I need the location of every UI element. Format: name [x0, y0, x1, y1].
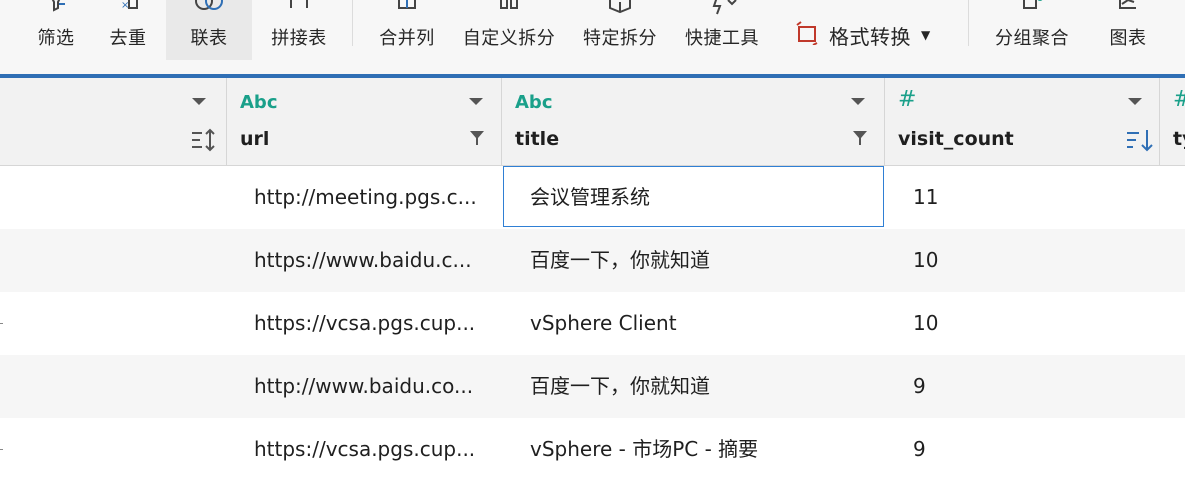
append-button[interactable]: 拼接表: [264, 0, 334, 60]
chart-button[interactable]: 图表: [1096, 0, 1160, 60]
url-cell[interactable]: https://www.baidu.c...: [254, 229, 494, 292]
column-name: visit_count: [898, 128, 1014, 150]
quick-tools-button[interactable]: 快捷工具: [680, 0, 764, 60]
title-cell[interactable]: 百度一下，你就知道: [530, 355, 870, 418]
specific-split-icon: [600, 0, 640, 18]
filter-icon[interactable]: [469, 130, 485, 146]
type-badge-number: #: [1173, 87, 1185, 112]
grid-header: Abc url Abc title # visit_count # ty: [0, 78, 1185, 166]
type-badge-text: Abc: [515, 92, 553, 113]
title-cell[interactable]: vSphere Client: [530, 292, 870, 355]
table-row[interactable]: http://www.baidu.co... 百度一下，你就知道 9: [0, 355, 1185, 418]
visit-count-cell[interactable]: 10: [913, 229, 1113, 292]
toolbar-separator: [352, 0, 353, 46]
dedupe-button[interactable]: × 去重: [100, 0, 156, 60]
table-row[interactable]: https://vcsa.pgs.cup... vSphere Client 1…: [0, 292, 1185, 355]
table-row[interactable]: http://meeting.pgs.c... 会议管理系统 11: [0, 166, 1185, 229]
type-badge-text: Abc: [240, 92, 278, 113]
grid-body: http://meeting.pgs.c... 会议管理系统 11 https:…: [0, 166, 1185, 471]
format-convert-icon: [795, 20, 821, 50]
type-badge-number: #: [898, 87, 917, 112]
chevron-down-icon: ▼: [921, 28, 931, 42]
sort-icon[interactable]: [190, 128, 218, 154]
join-button[interactable]: 联表: [166, 0, 252, 60]
filter-icon: [36, 0, 76, 18]
visit-count-cell[interactable]: 9: [913, 418, 1113, 481]
column-name: url: [240, 128, 270, 150]
merge-columns-icon: [387, 0, 427, 18]
url-cell[interactable]: https://vcsa.pgs.cup...: [254, 292, 494, 355]
row-edge-mark: [0, 449, 3, 450]
specific-split-button[interactable]: 特定拆分: [578, 0, 662, 60]
format-convert-dropdown[interactable]: 格式转换 ▼: [795, 19, 930, 51]
column-header-url[interactable]: Abc url: [227, 78, 501, 165]
url-cell[interactable]: http://www.baidu.co...: [254, 355, 494, 418]
url-cell[interactable]: http://meeting.pgs.c...: [254, 166, 494, 229]
url-cell[interactable]: https://vcsa.pgs.cup...: [254, 418, 494, 481]
column-name: ty: [1173, 128, 1185, 150]
sort-descending-icon[interactable]: [1125, 128, 1155, 154]
column-header-hidden[interactable]: [0, 78, 226, 165]
dedupe-icon: ×: [108, 0, 148, 18]
visit-count-cell[interactable]: 9: [913, 355, 1113, 418]
custom-split-button[interactable]: 自定义拆分: [460, 0, 558, 60]
table-row[interactable]: https://vcsa.pgs.cup... vSphere - 市场PC -…: [0, 418, 1185, 481]
toolbar: 筛选 × 去重 联表 拼接表 合并列 自定义拆分 特定拆分 快捷工具 格式转换 …: [0, 0, 1185, 74]
custom-split-icon: [489, 0, 529, 18]
column-header-visit-count[interactable]: # visit_count: [885, 78, 1159, 165]
title-cell[interactable]: 百度一下，你就知道: [530, 229, 870, 292]
column-header-ty[interactable]: # ty: [1160, 78, 1185, 165]
filter-icon[interactable]: [852, 130, 868, 146]
visit-count-cell[interactable]: 10: [913, 292, 1113, 355]
join-icon: [189, 0, 229, 18]
chevron-down-icon[interactable]: [1128, 98, 1142, 105]
column-header-title[interactable]: Abc title: [502, 78, 884, 165]
chevron-down-icon[interactable]: [469, 98, 483, 105]
chart-icon: [1108, 0, 1148, 18]
filter-button[interactable]: 筛选: [28, 0, 84, 60]
group-aggregate-button[interactable]: 分组聚合: [990, 0, 1074, 60]
title-cell[interactable]: vSphere - 市场PC - 摘要: [530, 418, 870, 481]
merge-columns-button[interactable]: 合并列: [374, 0, 440, 60]
chevron-down-icon[interactable]: [851, 98, 865, 105]
group-aggregate-icon: [1012, 0, 1052, 18]
table-row[interactable]: https://www.baidu.c... 百度一下，你就知道 10: [0, 229, 1185, 292]
chevron-down-icon[interactable]: [192, 98, 206, 105]
visit-count-cell[interactable]: 11: [913, 166, 1113, 229]
toolbar-separator: [968, 0, 969, 46]
quick-tools-icon: [702, 0, 742, 18]
row-edge-mark: [0, 323, 3, 324]
append-icon: [279, 0, 319, 18]
column-name: title: [515, 128, 560, 150]
title-cell-selected[interactable]: 会议管理系统: [503, 166, 884, 227]
